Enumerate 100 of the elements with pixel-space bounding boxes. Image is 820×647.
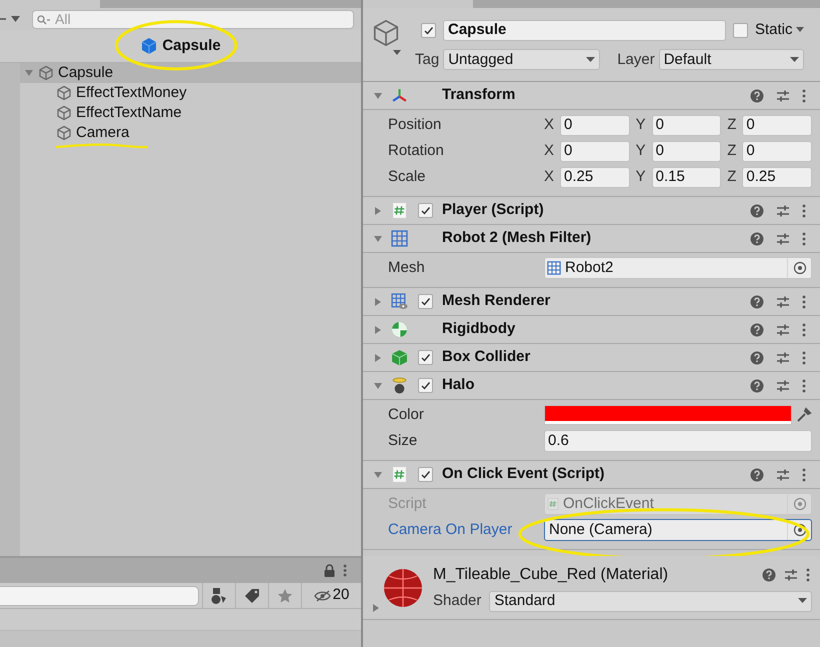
tree-item[interactable]: Camera [20, 123, 361, 143]
cube-outline-icon [56, 105, 72, 121]
tag-dropdown[interactable]: Untagged [443, 49, 600, 70]
settings-sliders-icon[interactable] [776, 322, 790, 336]
more-icon[interactable] [802, 88, 806, 102]
help-icon[interactable] [750, 204, 764, 218]
help-icon[interactable] [750, 378, 764, 392]
field-label: Mesh [388, 258, 426, 278]
number-field[interactable]: 0 [652, 140, 722, 162]
cube-outline-icon [371, 18, 401, 48]
tree-item[interactable]: EffectTextMoney [20, 83, 361, 103]
help-icon[interactable] [750, 350, 764, 364]
expand-arrow-icon[interactable] [373, 352, 383, 362]
number-field[interactable]: 0 [652, 114, 722, 136]
field-label: Size [388, 430, 418, 451]
more-icon[interactable] [802, 350, 806, 364]
more-icon[interactable] [802, 322, 806, 336]
settings-sliders-icon[interactable] [776, 350, 790, 364]
expand-arrow-icon[interactable] [373, 90, 383, 100]
search-field[interactable] [0, 586, 199, 606]
lock-icon[interactable] [324, 564, 335, 577]
expand-arrow-icon[interactable] [373, 470, 383, 480]
eye-slash-icon [314, 590, 332, 602]
layer-dropdown[interactable]: Default [658, 49, 804, 70]
settings-sliders-icon[interactable] [776, 232, 790, 246]
object-field[interactable]: None (Camera) [544, 519, 812, 541]
enabled-checkbox[interactable] [418, 203, 432, 218]
expand-arrow-icon[interactable] [371, 603, 381, 613]
field-label: Script [388, 494, 428, 514]
component-title: On Click Event (Script) [442, 464, 606, 484]
enabled-checkbox[interactable] [418, 467, 432, 482]
color-swatch[interactable] [544, 405, 792, 425]
shader-dropdown[interactable]: Standard [489, 590, 812, 612]
grid-icon [547, 261, 561, 275]
tree-item[interactable]: Capsule [20, 63, 361, 83]
number-field[interactable]: 0 [742, 140, 812, 162]
help-icon[interactable] [750, 468, 764, 482]
expand-arrow-icon[interactable] [373, 234, 383, 244]
checkmark-icon [420, 469, 430, 480]
number-field[interactable]: 0 [560, 140, 630, 162]
field-label: Scale [388, 166, 427, 187]
settings-sliders-icon[interactable] [776, 468, 790, 482]
number-field[interactable]: 0.25 [742, 166, 812, 188]
number-field[interactable]: 0.15 [652, 166, 722, 188]
target-icon[interactable] [792, 261, 806, 275]
search-field[interactable]: All [32, 10, 354, 28]
settings-sliders-icon[interactable] [784, 568, 798, 582]
more-icon[interactable] [802, 294, 806, 308]
star-icon [277, 588, 293, 604]
expand-arrow-icon[interactable] [373, 206, 383, 216]
more-icon[interactable] [343, 564, 347, 577]
number-field[interactable]: 0 [560, 114, 630, 136]
help-icon[interactable] [750, 322, 764, 336]
expand-arrow-icon[interactable] [373, 380, 383, 390]
checkmark-icon [420, 296, 430, 307]
enabled-checkbox[interactable] [418, 350, 432, 365]
help-icon[interactable] [762, 568, 776, 582]
tree-item[interactable]: EffectTextName [20, 103, 361, 123]
more-icon[interactable] [802, 232, 806, 246]
expand-arrow-icon[interactable] [373, 324, 383, 334]
help-icon[interactable] [750, 88, 764, 102]
component-title: Mesh Renderer [442, 291, 552, 312]
scene-title: Capsule [162, 36, 221, 56]
settings-sliders-icon[interactable] [776, 88, 790, 102]
active-checkbox[interactable] [421, 22, 436, 38]
more-icon[interactable] [802, 468, 806, 482]
number-field[interactable]: 0.25 [560, 166, 630, 188]
number-field[interactable]: 0.6 [544, 430, 812, 452]
tag-icon [244, 588, 260, 604]
cube-icon [391, 349, 408, 366]
object-field[interactable]: Robot2 [544, 257, 812, 279]
sphere-icon [391, 321, 408, 338]
name-field[interactable]: Capsule [443, 20, 726, 41]
component-title: Robot 2 (Mesh Filter) [442, 228, 592, 248]
cube-outline-icon [56, 85, 72, 101]
caret-icon [798, 598, 807, 604]
checkmark-icon [420, 352, 430, 363]
target-icon[interactable] [792, 523, 806, 537]
more-icon[interactable] [802, 378, 806, 392]
component-title: Player (Script) [442, 200, 545, 220]
static-checkbox[interactable] [733, 22, 748, 38]
enabled-checkbox[interactable] [418, 378, 432, 393]
enabled-checkbox[interactable] [418, 294, 432, 309]
caret-icon [586, 56, 596, 63]
help-icon[interactable] [750, 232, 764, 246]
settings-sliders-icon[interactable] [776, 378, 790, 392]
axis-label: X [544, 114, 554, 135]
number-field[interactable]: 0 [742, 114, 812, 136]
more-icon[interactable] [802, 204, 806, 218]
help-icon[interactable] [750, 294, 764, 308]
material-name: M_Tileable_Cube_Red (Material) [433, 564, 670, 585]
field-label: Position [388, 114, 442, 135]
eyedropper-icon[interactable] [796, 407, 812, 423]
expand-arrow-icon[interactable] [373, 296, 383, 306]
settings-sliders-icon[interactable] [776, 294, 790, 308]
more-icon[interactable] [806, 568, 810, 582]
settings-sliders-icon[interactable] [776, 204, 790, 218]
checkmark-icon [420, 380, 430, 391]
cube-icon [140, 37, 158, 55]
static-dropdown[interactable]: Static [755, 19, 804, 42]
